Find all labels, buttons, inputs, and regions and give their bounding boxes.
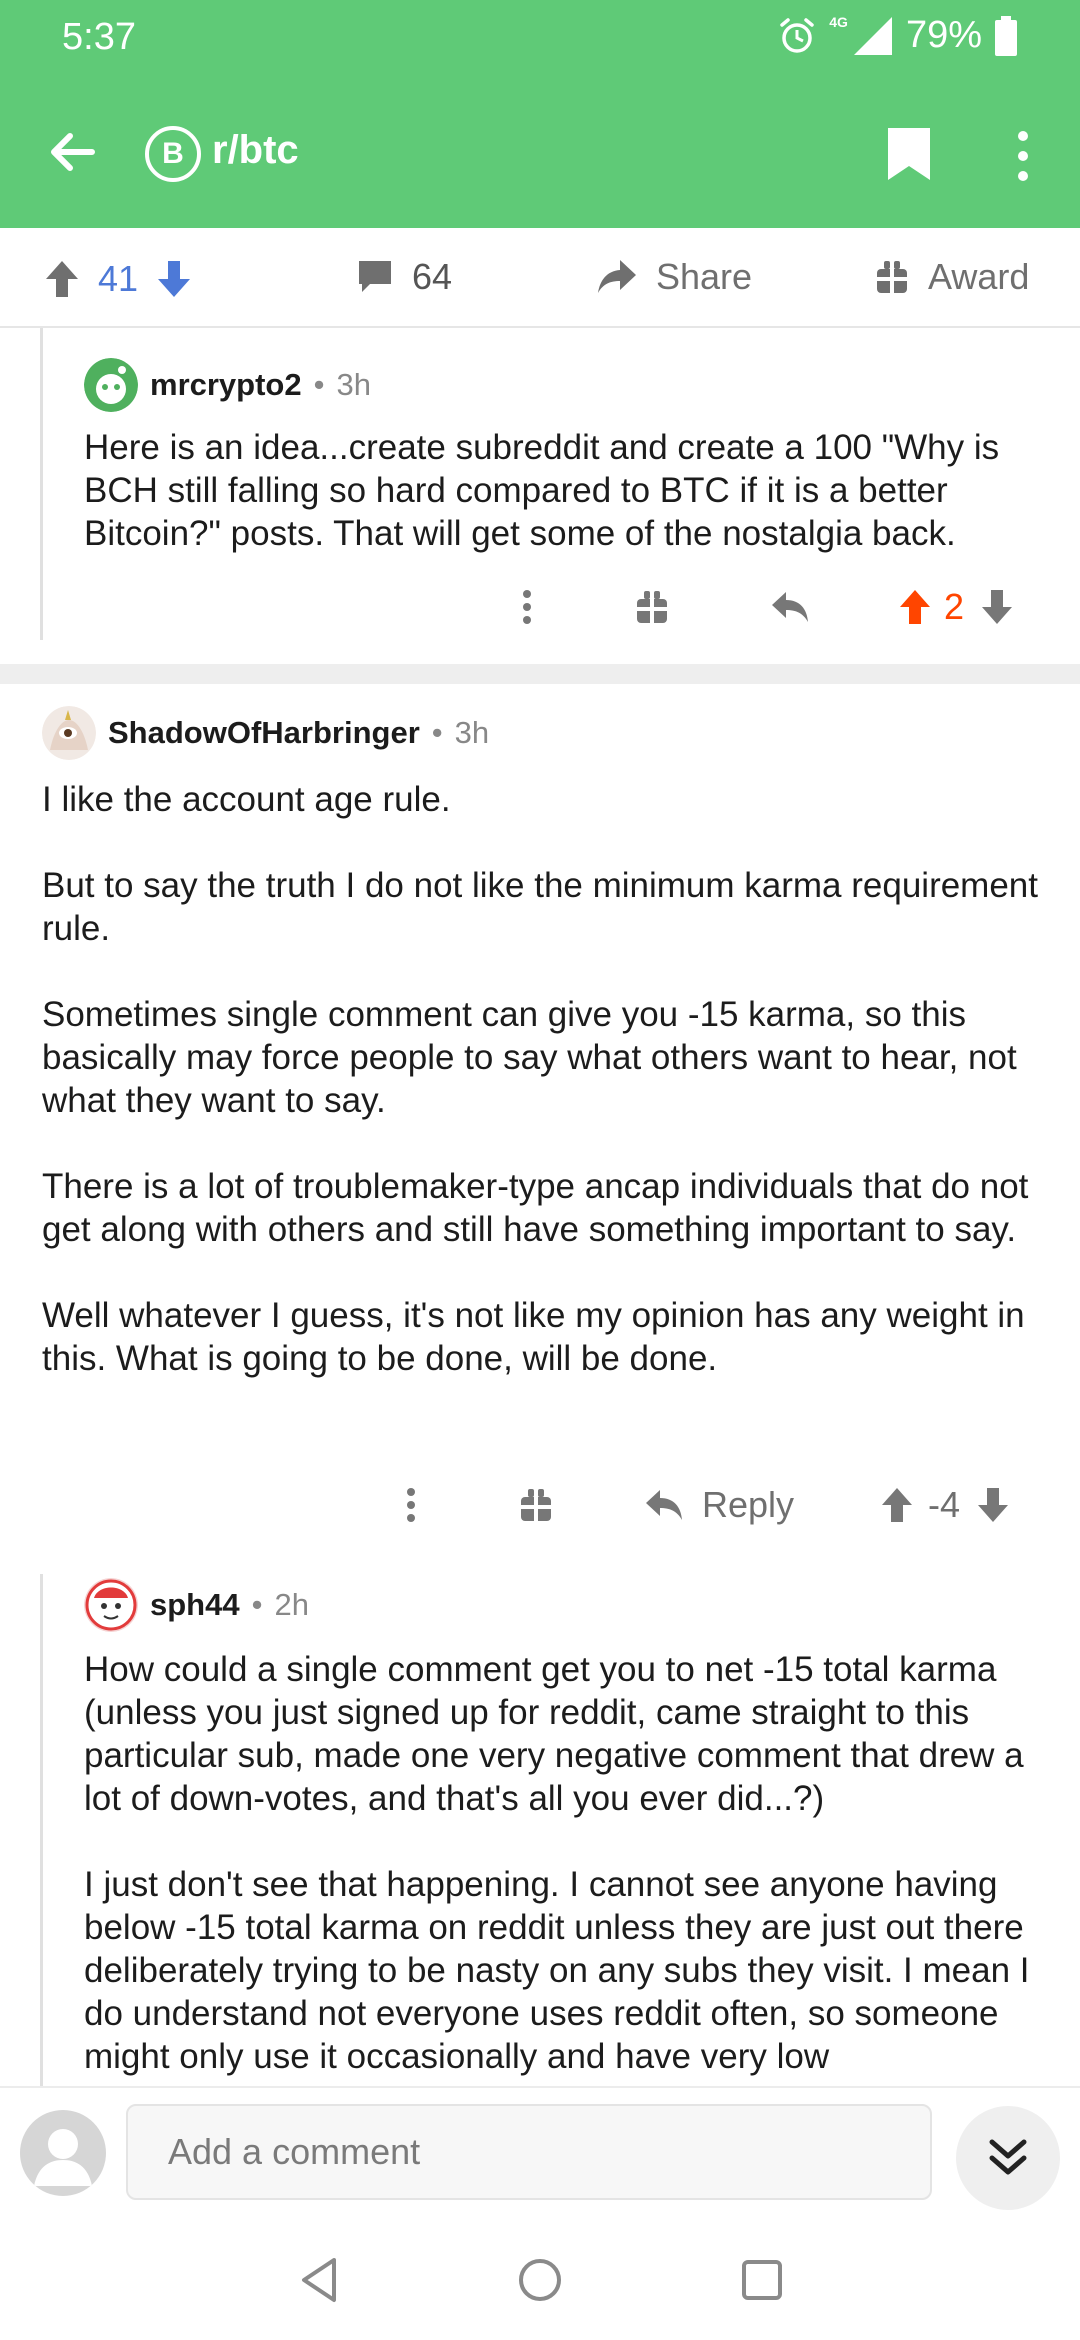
nav-back-icon[interactable]: [294, 2254, 346, 2306]
comment-paragraph: I like the account age rule.: [42, 780, 451, 819]
comment-paragraph: Well whatever I guess, it's not like my …: [42, 1296, 1025, 1378]
user-avatar[interactable]: [20, 2110, 106, 2196]
comment-meta: sph44 • 2h: [84, 1578, 1064, 1632]
double-chevron-down-icon: [989, 2139, 1027, 2175]
gift-icon: [877, 261, 907, 293]
meta-separator: •: [251, 1587, 263, 1622]
app-header: 5:37 4G 79% B r/btc: [0, 0, 1080, 228]
award-button[interactable]: Award: [874, 256, 1029, 298]
comment-author[interactable]: mrcrypto2: [150, 367, 302, 403]
subreddit-name[interactable]: r/btc: [212, 128, 299, 173]
thread-line: [40, 328, 43, 640]
comment-age: 2h: [274, 1587, 309, 1622]
share-label: Share: [656, 256, 753, 297]
comment: ShadowOfHarbringer • 3h I like the accou…: [42, 706, 1042, 1380]
comment-paragraph: There is a lot of troublemaker-type anca…: [42, 1167, 1029, 1249]
comment-age: 3h: [336, 367, 371, 402]
comment-bubble-icon: [359, 261, 391, 292]
comment-meta: mrcrypto2 • 3h: [84, 358, 1044, 412]
comments-button[interactable]: 64: [356, 256, 452, 298]
bookmark-icon[interactable]: [886, 126, 932, 182]
downvote-icon[interactable]: [156, 259, 192, 299]
comment: sph44 • 2h How could a single comment ge…: [84, 1578, 1064, 2086]
avatar[interactable]: [84, 358, 138, 412]
battery-percent: 79%: [905, 14, 982, 56]
reply-label: Reply: [702, 1484, 795, 1525]
comment-meta: ShadowOfHarbringer • 3h: [42, 706, 1042, 760]
avatar[interactable]: [84, 1578, 138, 1632]
comment-separator: [0, 664, 1080, 684]
comment-composer: [0, 2086, 1080, 2220]
comments-count: 64: [412, 256, 453, 297]
gift-icon[interactable]: [634, 589, 670, 625]
comment-paragraph: Here is an idea...create subreddit and c…: [84, 428, 1000, 553]
back-arrow-icon[interactable]: [42, 122, 102, 182]
comment-body: How could a single comment get you to ne…: [84, 1648, 1064, 2078]
avatar[interactable]: [42, 706, 96, 760]
reply-icon[interactable]: [770, 590, 810, 624]
award-label: Award: [928, 256, 1030, 297]
comment-paragraph: But to say the truth I do not like the m…: [42, 866, 1038, 948]
bitcoin-glyph: B: [162, 137, 184, 170]
comment-body: Here is an idea...create subreddit and c…: [84, 426, 1044, 555]
upvote-icon[interactable]: [898, 588, 932, 626]
post-vote-group: 41: [44, 258, 192, 300]
gift-icon[interactable]: [518, 1487, 554, 1523]
downvote-icon[interactable]: [980, 588, 1014, 626]
alarm-icon: [780, 17, 814, 53]
add-comment-input[interactable]: [126, 2104, 932, 2200]
comment-author[interactable]: sph44: [150, 1587, 240, 1623]
comment-age: 3h: [454, 715, 490, 750]
comment-paragraph: I just don't see that happening. I canno…: [84, 1865, 1030, 2076]
battery-icon: [995, 15, 1017, 56]
comment-paragraph: Sometimes single comment can give you -1…: [42, 995, 1017, 1120]
more-vertical-icon[interactable]: [404, 1485, 418, 1525]
network-label: 4G: [829, 13, 848, 30]
downvote-icon[interactable]: [976, 1486, 1010, 1524]
nav-home-icon[interactable]: [514, 2254, 566, 2306]
status-time: 5:37: [62, 16, 136, 58]
signal-icon: [853, 16, 892, 55]
comment-paragraph: How could a single comment get you to ne…: [84, 1650, 1024, 1818]
toolbar: B r/btc: [0, 100, 1080, 210]
comment-score: 2: [944, 586, 965, 627]
more-vertical-icon[interactable]: [520, 587, 534, 627]
comment-actions: Reply -4: [404, 1484, 1010, 1526]
upvote-icon[interactable]: [44, 259, 80, 299]
share-icon: [598, 260, 636, 293]
share-button[interactable]: Share: [596, 256, 752, 298]
user-icon: [34, 2129, 92, 2186]
scroll-to-bottom-button[interactable]: [956, 2106, 1060, 2210]
thread-line: [40, 1574, 43, 2086]
reply-icon: [646, 1490, 682, 1520]
post-score: 41: [98, 258, 139, 299]
comment-body: I like the account age rule. But to say …: [42, 778, 1042, 1380]
more-vertical-icon[interactable]: [1008, 128, 1038, 184]
post-action-bar: 41 64 Share Award: [0, 228, 1080, 328]
comment: mrcrypto2 • 3h Here is an idea...create …: [84, 358, 1044, 555]
nav-recents-icon[interactable]: [736, 2254, 788, 2306]
comment-actions: 2: [520, 586, 1014, 628]
comment-author[interactable]: ShadowOfHarbringer: [108, 715, 420, 751]
bitcoin-icon: B: [145, 126, 201, 182]
system-nav-bar: [0, 2220, 1080, 2340]
upvote-icon[interactable]: [880, 1486, 914, 1524]
meta-separator: •: [313, 367, 325, 402]
meta-separator: •: [431, 715, 443, 750]
reply-button[interactable]: Reply: [644, 1484, 794, 1526]
comment-score: -4: [928, 1484, 961, 1525]
status-bar: 5:37 4G 79%: [0, 0, 1080, 80]
